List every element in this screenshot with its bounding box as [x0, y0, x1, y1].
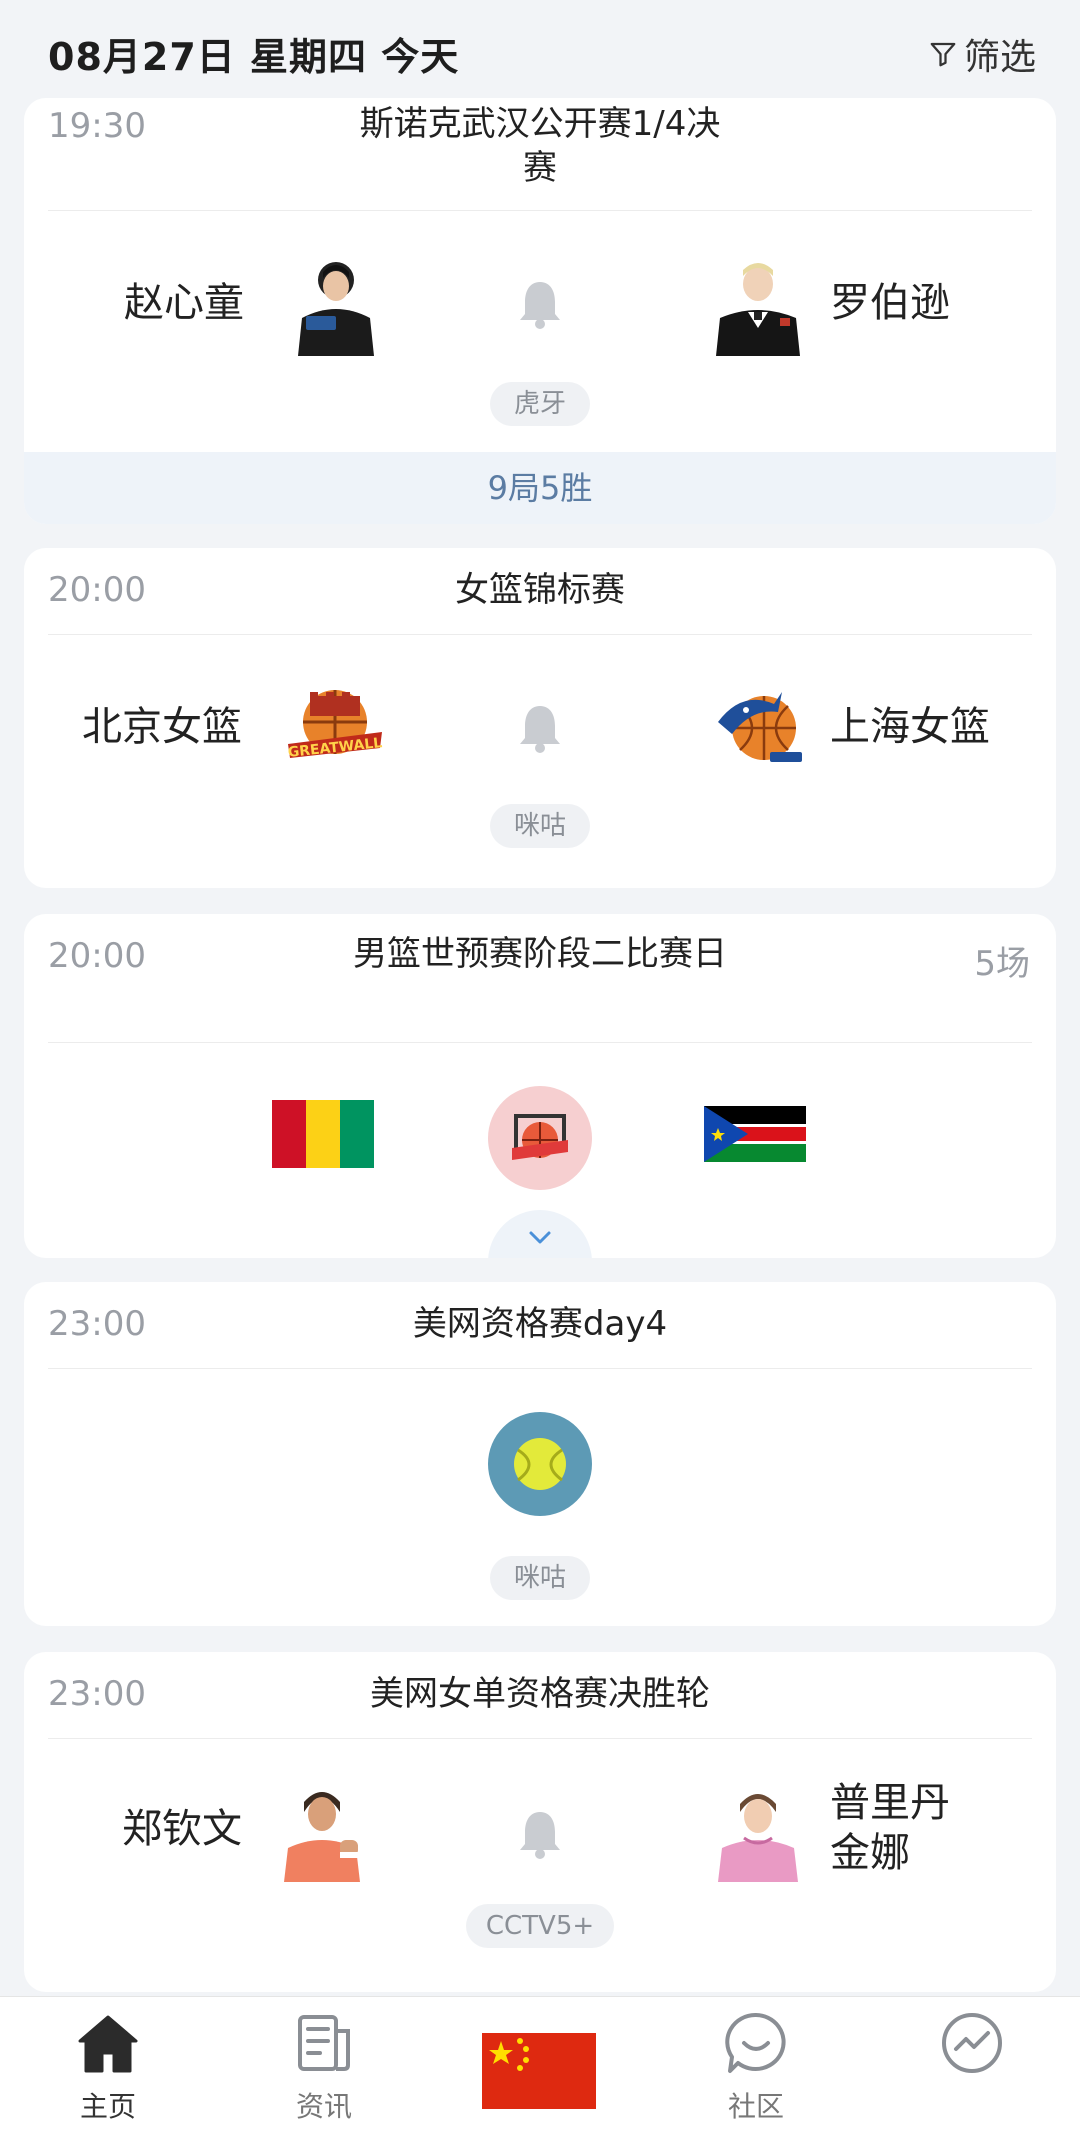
- match-card-us-open-womens-final-round[interactable]: 23:00 美网女单资格赛决胜轮 郑钦文 普里丹金娜 CCTV5+: [24, 1652, 1056, 1992]
- filter-label: 筛选: [963, 37, 1036, 78]
- tab-community-label: 社区: [727, 2090, 784, 2123]
- tennis-ball-icon[interactable]: [488, 1412, 592, 1516]
- tab-news-label: 资讯: [295, 2090, 352, 2123]
- match-count: 5场: [974, 944, 1030, 984]
- tab-community[interactable]: 社区: [686, 2009, 826, 2125]
- bell-icon[interactable]: [516, 278, 564, 330]
- broadcaster-badge[interactable]: 咪咕: [490, 1556, 590, 1600]
- bottom-tab-bar: 主页 资讯 社区: [0, 1996, 1080, 2149]
- south-sudan-flag-icon: [704, 1106, 806, 1162]
- competition-name: 美网资格赛day4: [412, 1304, 668, 1344]
- match-card-us-open-qualifiers[interactable]: 23:00 美网资格赛day4 咪咕: [24, 1282, 1056, 1626]
- match-time: 23:00: [48, 1304, 146, 1344]
- basketball-icon[interactable]: [488, 1086, 592, 1190]
- competition-name: 男篮世预赛阶段二比赛日: [353, 934, 727, 974]
- tab-home-label: 主页: [79, 2090, 136, 2123]
- broadcaster-badge[interactable]: 咪咕: [490, 804, 590, 848]
- tab-trends[interactable]: [902, 2009, 1042, 2077]
- home-icon: [78, 2015, 138, 2073]
- away-team-name[interactable]: 上海女篮: [830, 702, 990, 752]
- competition-name: 斯诺克武汉公开赛1/4决赛: [359, 104, 721, 188]
- home-team-name[interactable]: 北京女篮: [82, 702, 242, 752]
- away-player-name[interactable]: 罗伯逊: [830, 278, 950, 328]
- match-format: 9局5胜: [24, 452, 1056, 524]
- home-player-avatar: [274, 1782, 370, 1882]
- match-time: 19:30: [48, 106, 146, 146]
- trend-icon: [942, 2013, 1002, 2073]
- bell-icon[interactable]: [516, 702, 564, 754]
- broadcaster-badge[interactable]: CCTV5+: [466, 1904, 614, 1948]
- bell-icon[interactable]: [516, 1808, 564, 1860]
- card-divider: [48, 1368, 1032, 1369]
- tab-news[interactable]: 资讯: [254, 2009, 394, 2125]
- away-player-avatar: [710, 256, 806, 356]
- news-icon: [298, 2015, 350, 2071]
- match-card-womens-basketball[interactable]: 20:00 女篮锦标赛 北京女篮 GREATWALL 上海女篮 咪咕: [24, 548, 1056, 888]
- filter-icon: [930, 42, 956, 67]
- home-player-avatar: [288, 256, 384, 356]
- filter-button[interactable]: 筛选: [928, 28, 1036, 80]
- home-team-logo: GREATWALL: [280, 682, 390, 782]
- top-header: 08月27日 星期四 今天 筛选: [0, 0, 1080, 100]
- expand-button[interactable]: [488, 1210, 592, 1258]
- chevron-down-icon: [529, 1231, 551, 1244]
- match-card-mens-basketball[interactable]: 20:00 男篮世预赛阶段二比赛日 5场: [24, 914, 1056, 1258]
- away-player-name[interactable]: 普里丹金娜: [830, 1778, 980, 1878]
- match-time: 23:00: [48, 1674, 146, 1714]
- away-team-logo: [712, 682, 808, 782]
- card-divider: [48, 210, 1032, 211]
- card-divider: [48, 1738, 1032, 1739]
- home-player-name[interactable]: 郑钦文: [122, 1804, 242, 1854]
- match-time: 20:00: [48, 570, 146, 610]
- chat-icon: [725, 2012, 786, 2073]
- date-title: 08月27日 星期四 今天: [48, 35, 460, 79]
- china-flag-icon[interactable]: [482, 2033, 596, 2109]
- home-player-name[interactable]: 赵心童: [124, 278, 244, 328]
- guinea-flag-icon: [272, 1100, 374, 1168]
- match-time: 20:00: [48, 936, 146, 976]
- card-divider: [48, 1042, 1032, 1043]
- competition-name: 美网女单资格赛决胜轮: [370, 1674, 710, 1714]
- away-player-avatar: [710, 1782, 806, 1882]
- card-divider: [48, 634, 1032, 635]
- match-card-snooker[interactable]: 19:30 斯诺克武汉公开赛1/4决赛 赵心童 罗伯逊 虎牙 9局5胜: [24, 98, 1056, 524]
- competition-name: 女篮锦标赛: [455, 570, 625, 610]
- broadcaster-badge[interactable]: 虎牙: [490, 382, 590, 426]
- tab-home[interactable]: 主页: [38, 2009, 178, 2125]
